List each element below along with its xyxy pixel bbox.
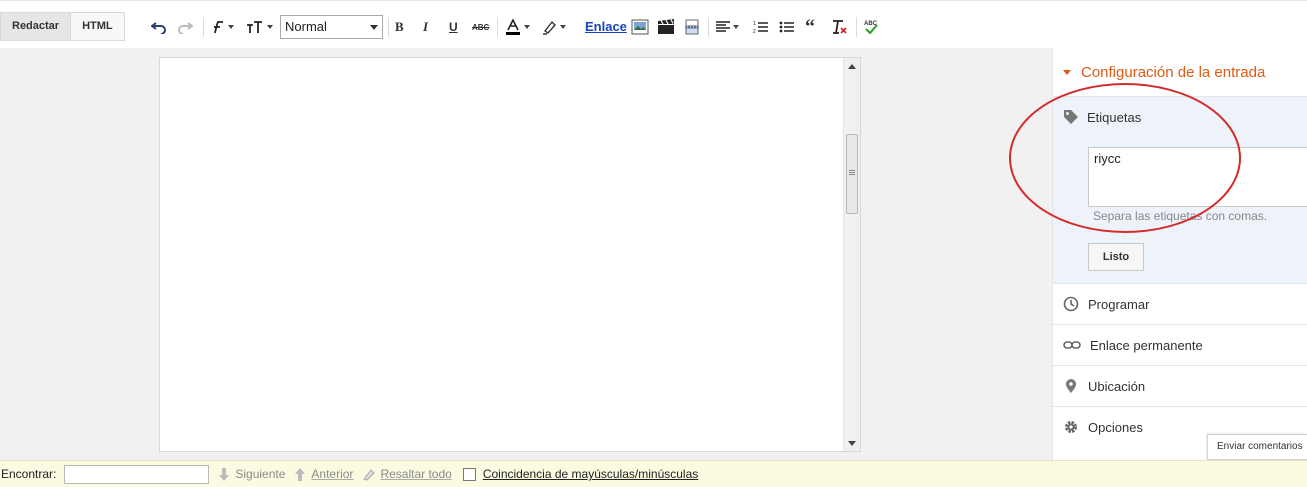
- find-label: Encontrar:: [1, 467, 57, 481]
- toolbar-separator: [388, 17, 389, 37]
- post-settings-sidebar: Configuración de la entrada Etiquetas ri…: [1052, 48, 1307, 460]
- match-case-option[interactable]: Coincidencia de mayúsculas/minúsculas: [462, 467, 699, 481]
- html-mode-button[interactable]: HTML: [71, 13, 124, 40]
- labels-header[interactable]: Etiquetas: [1063, 109, 1141, 125]
- scroll-down-arrow-icon[interactable]: [844, 435, 860, 451]
- labels-panel: Etiquetas riycc Separa las etiquetas con…: [1053, 96, 1307, 283]
- paragraph-format-select[interactable]: Normal: [280, 15, 383, 39]
- font-size-icon[interactable]: [246, 16, 273, 38]
- post-settings-title[interactable]: Configuración de la entrada: [1063, 64, 1265, 81]
- labels-done-button[interactable]: Listo: [1088, 243, 1144, 271]
- match-case-checkbox[interactable]: [462, 467, 476, 481]
- highlight-all-label: Resaltar todo: [380, 467, 452, 481]
- font-family-icon[interactable]: [209, 16, 234, 38]
- spellcheck-icon[interactable]: ABC: [863, 16, 879, 38]
- sidebar-item-label: Opciones: [1088, 419, 1143, 435]
- match-case-label: Coincidencia de mayúsculas/minúsculas: [482, 467, 699, 481]
- clock-icon: [1063, 296, 1079, 312]
- toolbar-separator: [497, 17, 498, 37]
- bold-icon[interactable]: B: [395, 16, 404, 38]
- sidebar-item-permalink[interactable]: Enlace permanente: [1053, 324, 1307, 365]
- insert-video-icon[interactable]: [657, 16, 675, 38]
- sidebar-item-location[interactable]: Ubicación: [1053, 365, 1307, 406]
- undo-icon[interactable]: [151, 16, 167, 38]
- find-next-button[interactable]: Siguiente: [218, 467, 285, 481]
- arrow-up-icon: [295, 467, 306, 481]
- quote-icon[interactable]: “: [805, 16, 815, 38]
- strikethrough-icon[interactable]: ABC: [472, 16, 489, 38]
- editor-scrollbar[interactable]: [843, 58, 860, 451]
- insert-link-button[interactable]: Enlace: [585, 19, 627, 34]
- collapse-triangle-icon: [1063, 70, 1071, 75]
- labels-heading: Etiquetas: [1087, 109, 1142, 125]
- toolbar-separator: [708, 17, 709, 37]
- editor-toolbar: Redactar HTML Normal B I U ABC Enlace 1 …: [0, 0, 1307, 48]
- toolbar-separator: [856, 17, 857, 37]
- insert-image-icon[interactable]: [631, 16, 649, 38]
- format-select-value: Normal: [285, 19, 327, 34]
- text-color-icon[interactable]: [505, 16, 530, 38]
- sidebar-item-label: Programar: [1088, 296, 1150, 312]
- mode-switch: Redactar HTML: [0, 12, 125, 41]
- toolbar-separator: [203, 17, 204, 37]
- tag-icon: [1064, 110, 1078, 124]
- find-bar: Encontrar: Siguiente Anterior Resaltar t…: [0, 460, 1307, 487]
- numbered-list-icon[interactable]: 12: [753, 16, 769, 38]
- sidebar-item-label: Ubicación: [1088, 378, 1146, 394]
- clear-formatting-icon[interactable]: [831, 16, 847, 38]
- gear-icon: [1065, 421, 1077, 433]
- location-pin-icon: [1066, 379, 1076, 393]
- align-icon[interactable]: [716, 16, 739, 38]
- bulleted-list-icon[interactable]: [779, 16, 795, 38]
- find-next-label: Siguiente: [235, 467, 286, 481]
- scrollbar-thumb[interactable]: [846, 134, 858, 214]
- post-body-editor[interactable]: [159, 57, 861, 452]
- svg-text:1: 1: [753, 21, 756, 27]
- scroll-up-arrow-icon[interactable]: [844, 58, 860, 74]
- find-previous-label: Anterior: [311, 467, 354, 481]
- find-previous-button[interactable]: Anterior: [294, 467, 353, 481]
- highlight-all-button[interactable]: Resaltar todo: [362, 467, 452, 481]
- redo-icon[interactable]: [177, 16, 193, 38]
- send-feedback-button[interactable]: Enviar comentarios: [1207, 434, 1307, 460]
- highlighter-icon: [363, 468, 376, 481]
- arrow-down-icon: [219, 467, 230, 481]
- underline-icon[interactable]: U: [449, 16, 458, 38]
- compose-mode-button[interactable]: Redactar: [1, 13, 72, 40]
- chevron-down-icon: [370, 25, 378, 30]
- find-input[interactable]: [64, 464, 210, 484]
- labels-hint: Separa las etiquetas con comas.: [1093, 209, 1268, 223]
- sidebar-item-label: Enlace permanente: [1090, 337, 1203, 353]
- link-icon: [1063, 341, 1081, 349]
- sidebar-item-schedule[interactable]: Programar: [1053, 283, 1307, 324]
- highlight-color-icon[interactable]: [541, 16, 566, 38]
- svg-text:2: 2: [753, 29, 756, 34]
- post-settings-title-text: Configuración de la entrada: [1081, 64, 1266, 81]
- insert-jump-break-icon[interactable]: [684, 16, 700, 38]
- labels-input[interactable]: riycc: [1088, 147, 1307, 207]
- italic-icon[interactable]: I: [423, 16, 428, 38]
